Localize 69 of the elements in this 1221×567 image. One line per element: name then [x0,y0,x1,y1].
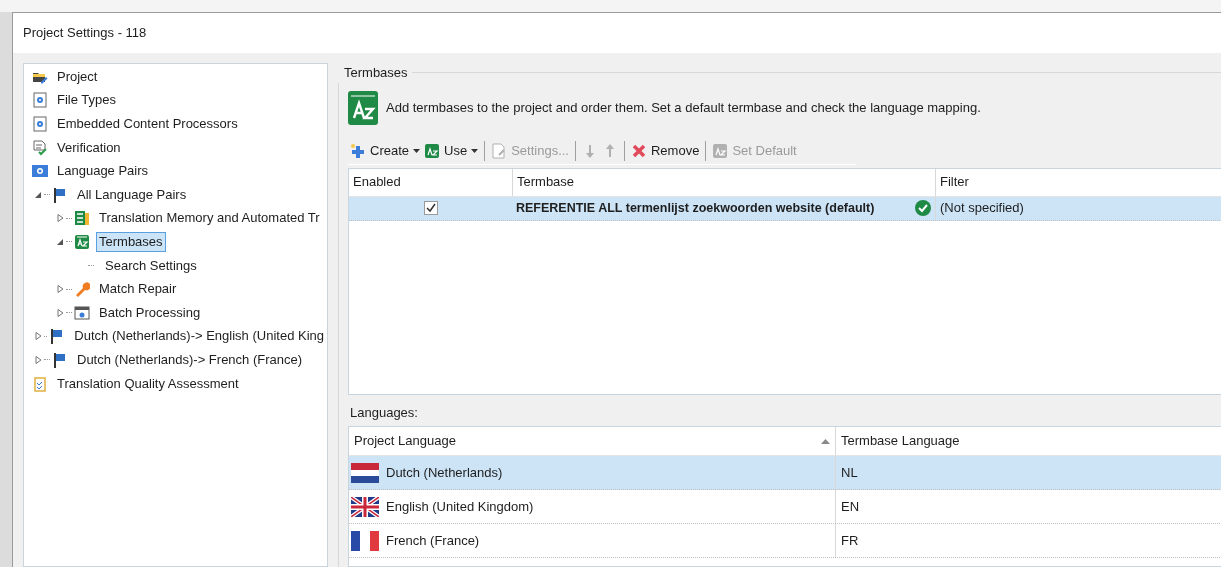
table-cell-text: FR [841,531,859,550]
tree-item[interactable]: All Language Pairs [74,184,190,205]
united-kingdom-flag-icon [351,496,379,517]
collapse-icon[interactable] [56,237,64,246]
checkbox[interactable] [423,201,438,215]
window-title: Project Settings - 118 [23,24,147,43]
caret-icon [471,149,479,153]
termbase-icon [348,90,378,125]
tree-item[interactable]: Batch Processing [96,302,204,323]
tree-item[interactable]: Search Settings [102,255,200,276]
sort-ascending-icon [821,438,830,444]
wrench-icon [74,281,90,298]
table-cell-text: Dutch (Netherlands) [386,463,503,482]
tree-item[interactable]: Dutch (Netherlands)-> English (United King [71,326,327,347]
toolbar-button[interactable]: Use [422,139,481,163]
tree-item[interactable]: Dutch (Netherlands)-> French (France) [74,349,306,370]
column-header[interactable]: Filter [940,172,969,192]
language-row[interactable]: French (France) FR [349,524,1221,558]
expand-icon[interactable] [56,214,64,223]
netherlands-flag-icon [351,462,379,483]
section-description: Add termbases to the project and order them. Set a default termbase and check the language mapping. [386,98,981,117]
tree-item[interactable]: Translation Quality Assessment [54,373,242,394]
gear-document-icon [32,92,48,109]
language-row[interactable]: English (United Kingdom) EN [349,490,1221,524]
collapse-icon[interactable] [34,190,42,199]
column-header[interactable]: Termbase [517,172,575,192]
expand-icon[interactable] [56,308,64,317]
expand-icon[interactable] [56,285,64,294]
tree-item[interactable]: Termbases [96,231,166,252]
tree-item[interactable]: Language Pairs [54,161,152,182]
flag-icon [52,351,68,368]
tree-item[interactable]: Verification [54,137,124,158]
column-header[interactable]: Project Language [349,427,835,455]
gear-document-icon [32,116,48,132]
flag-icon [52,186,68,203]
section-title: Termbases [344,64,409,82]
table-cell-text: English (United Kingdom) [386,497,534,516]
tree-item[interactable]: Translation Memory and Automated Tr [96,208,323,229]
termbase-icon [74,233,90,250]
gear-window-icon [74,304,90,321]
table-cell-text: NL [841,463,858,482]
remove-icon [630,143,647,159]
language-pairs-icon [32,163,48,180]
france-flag-icon [351,530,379,551]
toolbar-button[interactable]: Create [348,139,423,163]
plus-icon [350,143,366,159]
translation-memory-icon [74,210,90,227]
tree-item[interactable]: File Types [54,90,119,111]
document-check-icon [32,139,48,156]
expand-icon[interactable] [34,355,42,364]
table-cell-text: (Not specified) [940,199,1024,218]
table-cell-text: EN [841,497,860,516]
language-row[interactable]: Dutch (Netherlands) NL [349,456,1221,490]
document-edit-icon [491,143,508,159]
languages-label: Languages: [350,403,419,422]
table-cell-text: REFERENTIE ALL termenlijst zoekwoorden website (default) [516,199,875,217]
caret-icon [413,149,421,153]
column-header[interactable]: Termbase Language [835,427,1221,455]
tree-item[interactable]: Embedded Content Processors [54,114,241,134]
termbase-icon [712,143,729,159]
clipboard-check-icon [32,375,48,392]
toolbar-button[interactable]: Remove [628,139,702,163]
expand-icon[interactable] [34,332,42,341]
termbase-row[interactable]: REFERENTIE ALL termenlijst zoekwoorden website (default) (Not specified) [349,196,1221,221]
tree-item[interactable]: Project [54,66,101,87]
column-header[interactable]: Enabled [353,172,401,192]
termbase-icon [424,143,441,159]
tree-item[interactable]: Match Repair [96,279,180,300]
table-cell-text: French (France) [386,531,480,550]
